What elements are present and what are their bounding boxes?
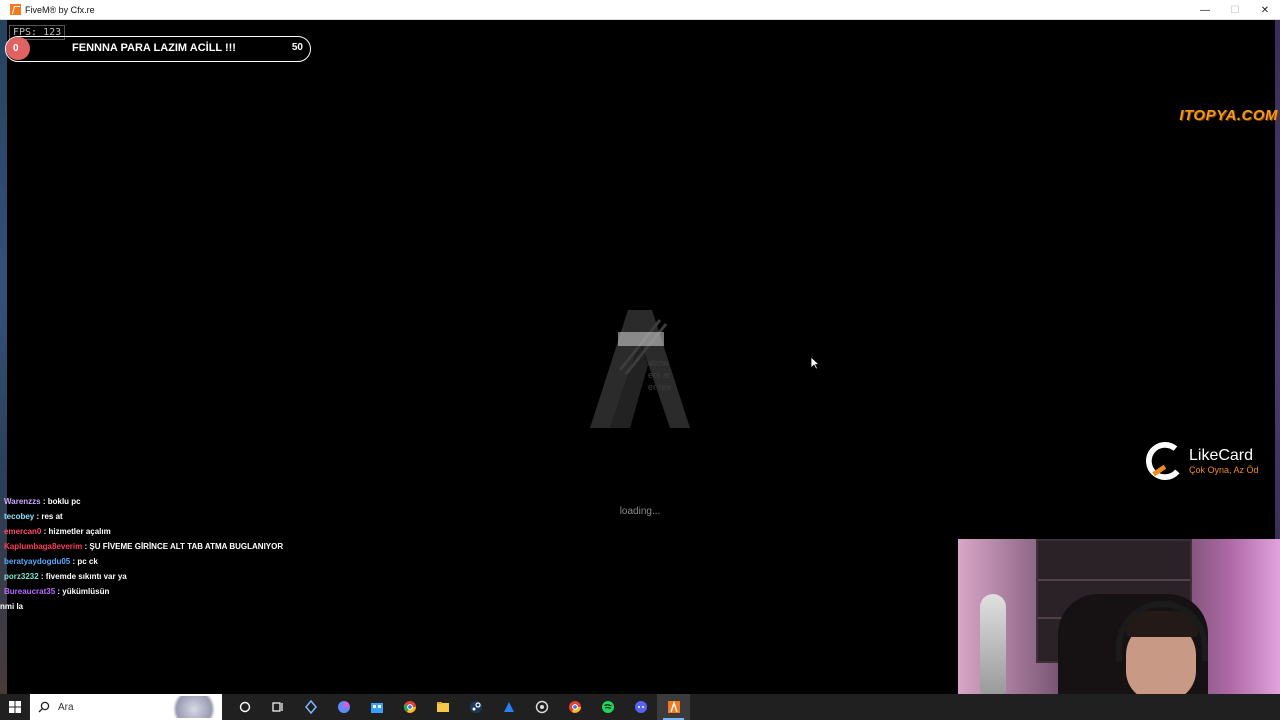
loading-ghost-text-2: ers ar [648,370,672,380]
copilot-icon[interactable] [327,694,360,720]
chat-message: Kaplumbaga8everim : ŞU FİVEME GİRİNCE AL… [0,539,340,554]
chat-separator: : [38,572,46,581]
likecard-slogan: Çok Oyna, Az Öd [1189,464,1259,475]
spotify-icon[interactable] [591,694,624,720]
chat-text: res at [41,512,63,521]
chat-message: nmi la [0,599,340,614]
likecard-icon [1146,442,1184,480]
chat-username: beratyaydogdu05 [4,557,71,566]
loading-text: loading... [619,506,661,517]
chat-message: Warenzzs : boklu pc [0,494,340,509]
taskbar-icons [228,694,690,720]
windows-taskbar: Ara [0,694,1280,720]
chat-username: emercan0 [4,527,42,536]
chat-username: tecobey [4,512,35,521]
chat-text: hizmetler açalım [48,527,111,536]
chat-text: ŞU FİVEME GİRİNCE ALT TAB ATMA BUGLANIYO… [89,542,284,551]
chat-text: fivemde sıkıntı var ya [45,572,127,581]
window-title: FiveM® by Cfx.re [25,4,95,15]
app-icon-2[interactable] [492,694,525,720]
minimize-button[interactable]: — [1190,0,1220,20]
itopya-logo: ITOPYA.COM [1179,107,1278,124]
fivem-app-icon [10,4,21,15]
streamer-webcam [958,539,1280,694]
chat-username: porz3232 [4,572,39,581]
chat-username: Warenzzs [4,497,41,506]
app-icon-3[interactable] [525,694,558,720]
fivem-loading-logo-icon [590,310,690,428]
window-controls: — ☐ ✕ [1190,0,1280,20]
chat-text: boklu pc [47,497,81,506]
steam-icon[interactable] [459,694,492,720]
webcam-fan [980,594,1006,694]
chat-message: tecobey : res at [0,509,340,524]
window-title-bar: FiveM® by Cfx.re — ☐ ✕ [0,0,1280,20]
file-explorer-icon[interactable] [426,694,459,720]
game-viewport[interactable]: FPS: 123 0 FENNNA PARA LAZIM ACİLL !!! 5… [0,20,1280,694]
task-view-icon[interactable] [261,694,294,720]
mouse-cursor-icon [810,356,820,370]
chat-message: porz3232 : fivemde sıkıntı var ya [0,569,340,584]
chat-username: Bureaucrat35 [4,587,56,596]
maximize-button[interactable]: ☐ [1220,0,1250,20]
chat-text: yükümlüsün [62,587,110,596]
start-button[interactable] [0,694,30,720]
chrome-icon[interactable] [393,694,426,720]
chat-message: emercan0 : hizmetler açalım [0,524,340,539]
loading-ghost-text-3: er rev [648,382,672,392]
close-button[interactable]: ✕ [1250,0,1280,20]
chat-message: beratyaydogdu05 : pc ck [0,554,340,569]
donation-goal-bar: 0 FENNNA PARA LAZIM ACİLL !!! 50 [5,36,311,62]
windows-start-icon [9,701,21,713]
taskbar-search[interactable]: Ara [30,694,222,720]
chat-message: Bureaucrat35 : yükümlüsün [0,584,340,599]
goal-target: 50 [291,42,303,53]
fivem-icon[interactable] [657,694,690,720]
search-icon [38,701,50,713]
likecard-logo: LikeCard Çok Oyna, Az Öd [1146,442,1259,480]
search-highlight-image [168,696,220,718]
cortana-icon[interactable] [228,694,261,720]
search-placeholder: Ara [58,701,74,713]
app-icon[interactable] [294,694,327,720]
chrome-profile-icon[interactable] [558,694,591,720]
stream-chat-overlay: Warenzzs : boklu pc tecobey : res at emerc… [0,494,340,614]
discord-icon[interactable] [624,694,657,720]
chat-text: nmi la [0,602,24,611]
loading-ghost-text-1: allow [648,358,669,368]
chat-text: pc ck [77,557,98,566]
likecard-name: LikeCard [1189,446,1254,464]
chat-username: Kaplumbaga8everim [4,542,83,551]
goal-text: FENNNA PARA LAZIM ACİLL !!! [72,42,236,54]
store-icon[interactable] [360,694,393,720]
chat-separator: : [40,497,48,506]
